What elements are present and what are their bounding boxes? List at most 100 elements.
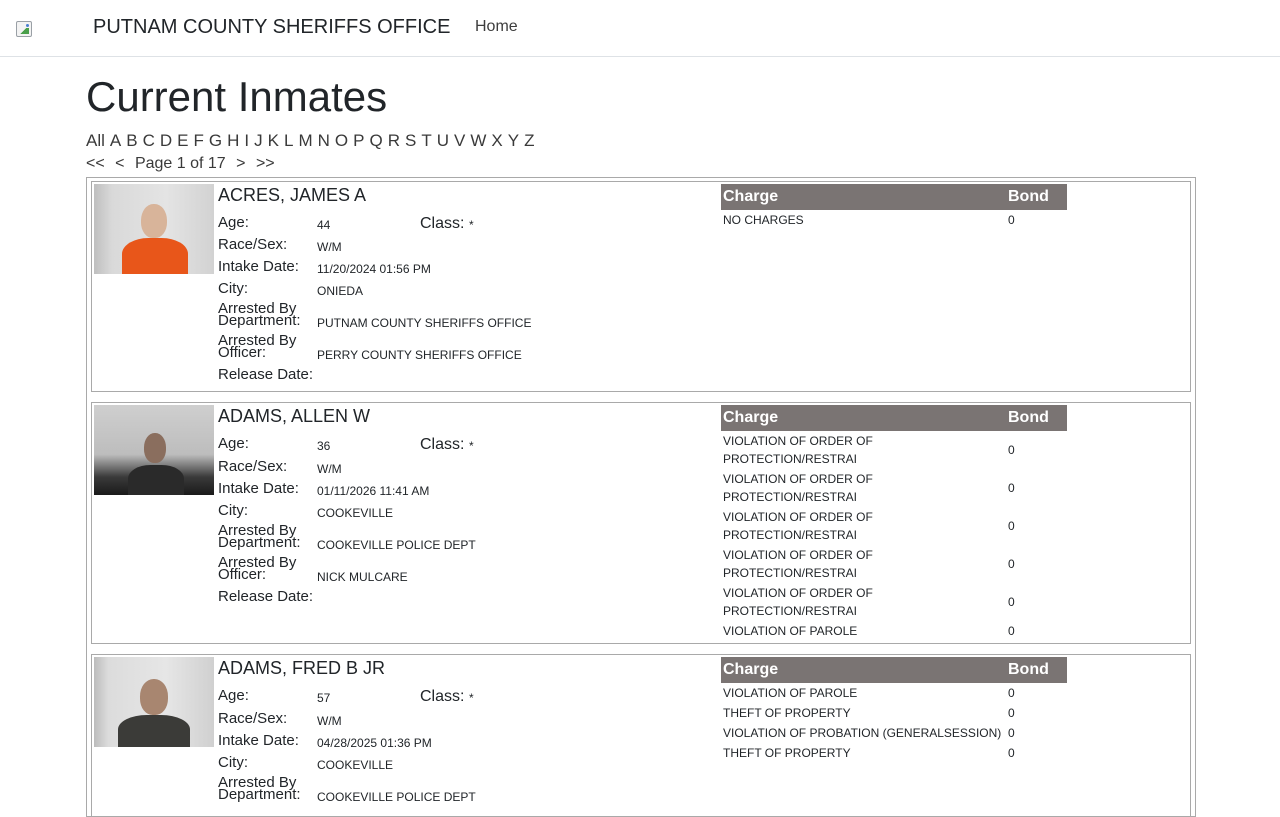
charge-row: VIOLATION OF PROBATION (GENERALSESSION) … — [721, 723, 1067, 743]
intake-date-value: 11/20/2024 01:56 PM — [317, 262, 431, 276]
bond-value: 0 — [1008, 213, 1015, 227]
charge-text: VIOLATION OF PAROLE — [723, 686, 858, 700]
charge-text: THEFT OF PROPERTY — [723, 746, 851, 760]
officer-value: NICK MULCARE — [317, 570, 408, 584]
inmate-list: ACRES, JAMES A Age: 44 Class: * Race/Sex… — [86, 177, 1196, 817]
charge-text: VIOLATION OF ORDER OF PROTECTION/RESTRAI — [723, 586, 873, 618]
charge-text: NO CHARGES — [723, 213, 804, 227]
charge-row: VIOLATION OF ORDER OF PROTECTION/RESTRAI… — [721, 507, 1067, 545]
letter-filter-p[interactable]: P — [353, 131, 364, 150]
city-label: City: — [218, 502, 248, 519]
arrested-by-dept-label-line2: Department: — [218, 786, 301, 803]
letter-filter-u[interactable]: U — [437, 131, 449, 150]
bond-header: Bond — [1006, 657, 1067, 683]
age-label: Age: — [218, 687, 249, 704]
letter-filter-c[interactable]: C — [143, 131, 155, 150]
class-value: * — [469, 218, 474, 232]
letter-filter-y[interactable]: Y — [508, 131, 519, 150]
charge-text: THEFT OF PROPERTY — [723, 706, 851, 720]
department-value: COOKEVILLE POLICE DEPT — [317, 790, 476, 804]
letter-filter-i[interactable]: I — [244, 131, 249, 150]
letter-filter-a[interactable]: A — [110, 131, 121, 150]
letter-filter-all[interactable]: All — [86, 131, 105, 150]
intake-date-label: Intake Date: — [218, 732, 299, 749]
letter-filter-h[interactable]: H — [227, 131, 239, 150]
alphabet-filter: All A B C D E F G H I J K L M N O P Q R S T U V W X Y Z — [86, 131, 539, 151]
letter-filter-k[interactable]: K — [268, 131, 279, 150]
broken-image-icon[interactable] — [16, 21, 32, 37]
charge-header: Charge — [721, 405, 1006, 431]
charge-text: VIOLATION OF ORDER OF PROTECTION/RESTRAI — [723, 548, 873, 580]
inmate-photo[interactable] — [94, 405, 214, 495]
class-label: Class: — [420, 436, 465, 453]
charge-row: VIOLATION OF ORDER OF PROTECTION/RESTRAI… — [721, 469, 1067, 507]
charge-header: Charge — [721, 184, 1006, 210]
charge-row: THEFT OF PROPERTY 0 — [721, 703, 1067, 723]
intake-date-value: 01/11/2026 11:41 AM — [317, 484, 430, 498]
letter-filter-j[interactable]: J — [254, 131, 263, 150]
charge-row: VIOLATION OF ORDER OF PROTECTION/RESTRAI… — [721, 583, 1067, 621]
letter-filter-z[interactable]: Z — [524, 131, 534, 150]
charge-text: VIOLATION OF PAROLE — [723, 624, 858, 638]
city-value: COOKEVILLE — [317, 506, 394, 520]
bond-value: 0 — [1008, 624, 1015, 638]
charge-header: Charge — [721, 657, 1006, 683]
last-page-link[interactable]: >> — [256, 155, 275, 172]
arrested-by-dept-label-line2: Department: — [218, 312, 301, 329]
letter-filter-l[interactable]: L — [284, 131, 293, 150]
city-label: City: — [218, 280, 248, 297]
letter-filter-v[interactable]: V — [454, 131, 465, 150]
bond-value: 0 — [1008, 481, 1015, 495]
bond-value: 0 — [1008, 726, 1015, 740]
inmate-card: ADAMS, ALLEN W Age: 36 Class: * Race/Sex… — [91, 402, 1191, 644]
race-sex-label: Race/Sex: — [218, 710, 288, 727]
charges-table: Charge Bond VIOLATION OF PAROLE 0 THEFT … — [721, 657, 1067, 763]
nav-home-link[interactable]: Home — [475, 18, 518, 36]
race-sex-value: W/M — [317, 240, 342, 254]
letter-filter-g[interactable]: G — [209, 131, 222, 150]
letter-filter-w[interactable]: W — [470, 131, 486, 150]
letter-filter-d[interactable]: D — [160, 131, 172, 150]
bond-value: 0 — [1008, 746, 1015, 760]
letter-filter-q[interactable]: Q — [369, 131, 382, 150]
inmate-photo[interactable] — [94, 184, 214, 274]
charge-row: VIOLATION OF ORDER OF PROTECTION/RESTRAI… — [721, 545, 1067, 583]
charge-row: NO CHARGES 0 — [721, 210, 1067, 230]
inmate-name[interactable]: ADAMS, FRED B JR — [218, 658, 385, 679]
inmate-name[interactable]: ADAMS, ALLEN W — [218, 406, 370, 427]
charge-row: VIOLATION OF PAROLE 0 — [721, 683, 1067, 703]
department-value: PUTNAM COUNTY SHERIFFS OFFICE — [317, 316, 532, 330]
city-value: COOKEVILLE — [317, 758, 394, 772]
intake-date-value: 04/28/2025 01:36 PM — [317, 736, 432, 750]
charge-text: VIOLATION OF ORDER OF PROTECTION/RESTRAI — [723, 510, 873, 542]
bond-value: 0 — [1008, 706, 1015, 720]
letter-filter-r[interactable]: R — [388, 131, 400, 150]
race-sex-value: W/M — [317, 462, 342, 476]
bond-header: Bond — [1006, 184, 1067, 210]
department-value: COOKEVILLE POLICE DEPT — [317, 538, 476, 552]
first-page-link[interactable]: << — [86, 155, 105, 172]
letter-filter-s[interactable]: S — [405, 131, 416, 150]
inmate-photo[interactable] — [94, 657, 214, 747]
letter-filter-e[interactable]: E — [177, 131, 188, 150]
class-label: Class: — [420, 688, 465, 705]
letter-filter-t[interactable]: T — [421, 131, 431, 150]
site-brand[interactable]: PUTNAM COUNTY SHERIFFS OFFICE — [93, 16, 450, 39]
race-sex-value: W/M — [317, 714, 342, 728]
letter-filter-b[interactable]: B — [126, 131, 137, 150]
prev-page-link[interactable]: < — [115, 155, 124, 172]
letter-filter-f[interactable]: F — [194, 131, 204, 150]
inmate-name[interactable]: ACRES, JAMES A — [218, 185, 366, 206]
letter-filter-x[interactable]: X — [491, 131, 502, 150]
next-page-link[interactable]: > — [236, 155, 245, 172]
letter-filter-o[interactable]: O — [335, 131, 348, 150]
charges-table: Charge Bond NO CHARGES 0 — [721, 184, 1067, 230]
letter-filter-m[interactable]: M — [298, 131, 312, 150]
page-indicator: Page 1 of 17 — [134, 155, 226, 172]
inmate-card: ACRES, JAMES A Age: 44 Class: * Race/Sex… — [91, 181, 1191, 392]
city-value: ONIEDA — [317, 284, 364, 298]
page-title: Current Inmates — [86, 73, 388, 120]
letter-filter-n[interactable]: N — [318, 131, 330, 150]
race-sex-label: Race/Sex: — [218, 458, 288, 475]
charge-text: VIOLATION OF ORDER OF PROTECTION/RESTRAI — [723, 472, 873, 504]
